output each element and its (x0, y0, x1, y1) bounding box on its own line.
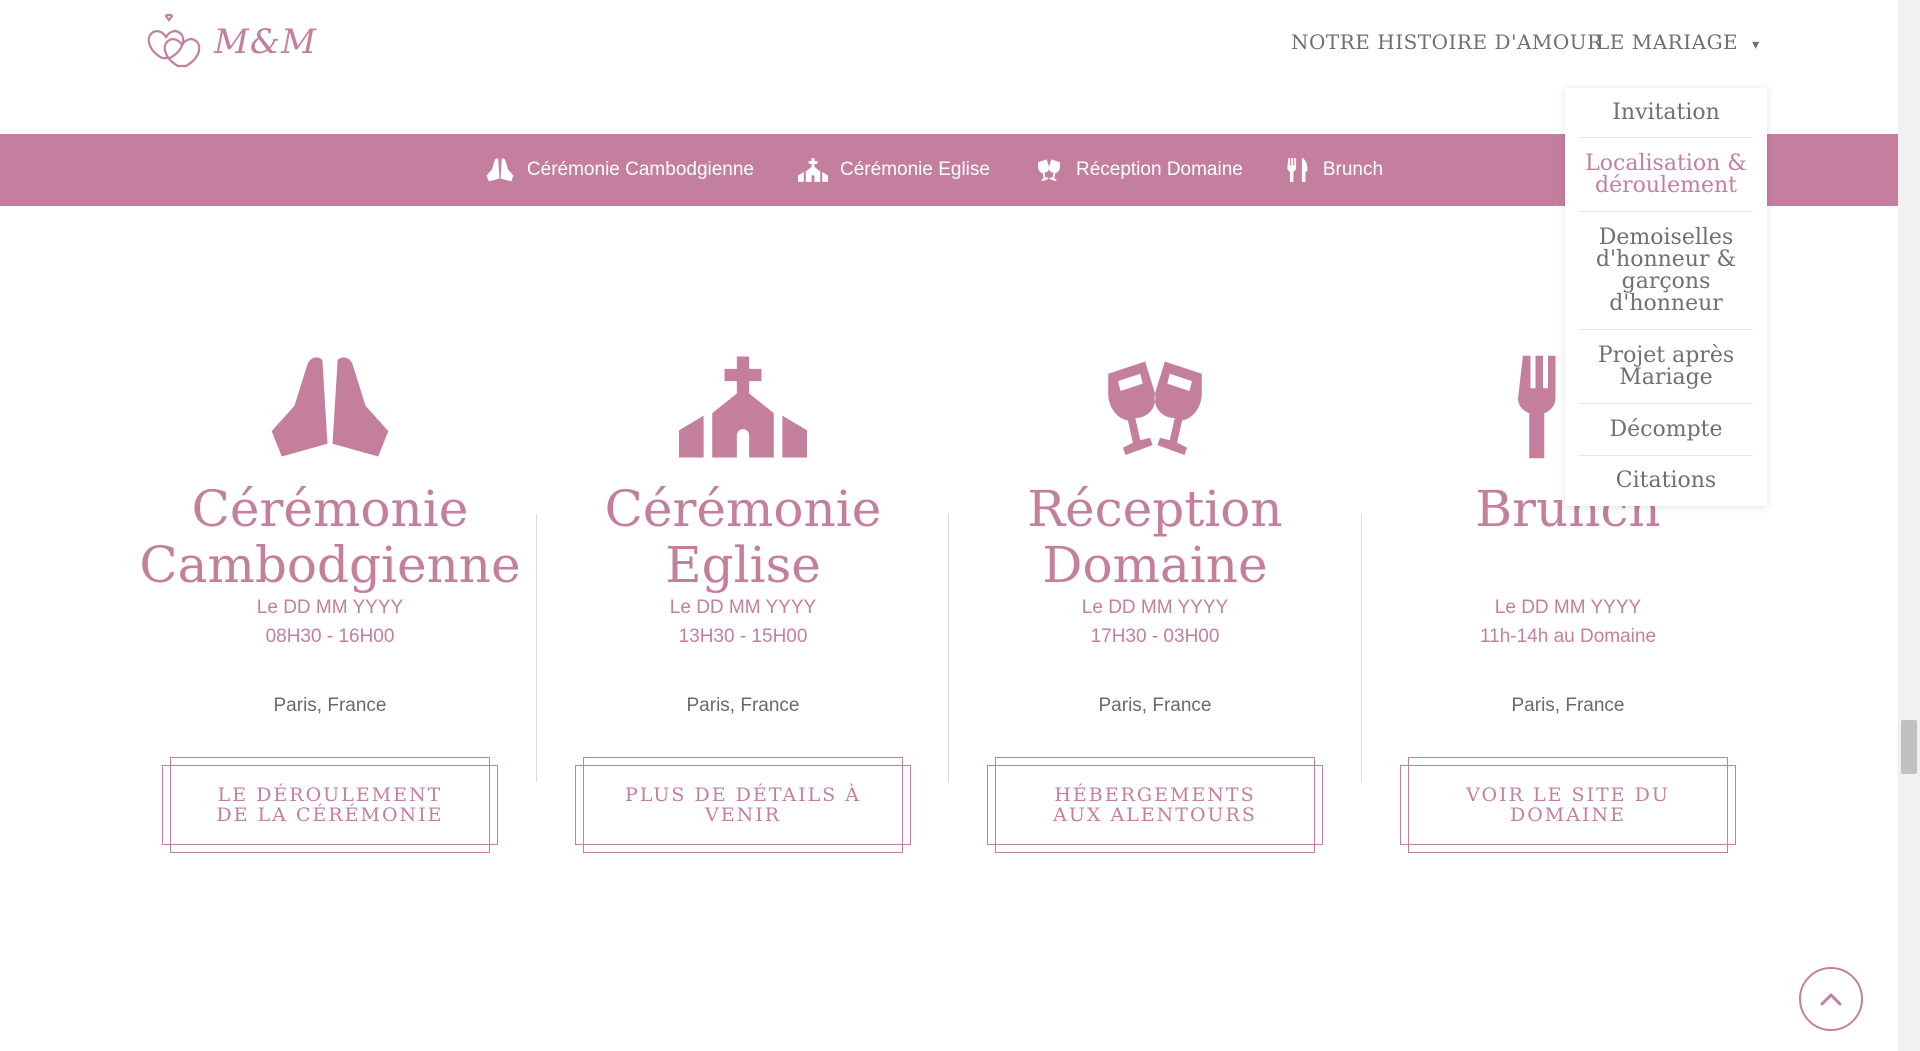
event-place: Paris, France (1511, 695, 1625, 716)
dropdown-item-citations[interactable]: Citations (1579, 456, 1753, 506)
church-icon (679, 356, 807, 458)
button-label: PLUS DE DÉTAILS À VENIR (625, 784, 861, 826)
scrollbar-thumb[interactable] (1901, 720, 1917, 774)
btn-deroulement-ceremonie[interactable]: LE DÉROULEMENT DE LA CÉRÉMONIE (162, 757, 498, 853)
page-scrollbar[interactable] (1898, 0, 1920, 1051)
btn-hebergements[interactable]: HÉBERGEMENTS AUX ALENTOURS (987, 757, 1323, 853)
subnav-item-brunch[interactable]: Brunch (1287, 158, 1383, 182)
event-date: Le DD MM YYYY (1494, 597, 1642, 618)
le-mariage-dropdown: Invitation Localisation & déroulement De… (1565, 88, 1767, 506)
dropdown-item-invitation[interactable]: Invitation (1579, 88, 1753, 138)
event-time: 13H30 - 15H00 (678, 626, 808, 647)
event-place: Paris, France (1098, 695, 1212, 716)
nav-le-mariage[interactable]: LE MARIAGE ▾ (1596, 30, 1760, 54)
glasses-cheers-icon (1108, 361, 1202, 455)
event-time: 11h-14h au Domaine (1479, 626, 1657, 647)
event-time: 17H30 - 03H00 (1090, 626, 1220, 647)
event-title: Cérémonie Cambodgienne (139, 480, 521, 594)
rings-heart-icon (147, 13, 201, 68)
dropdown-item-decompte[interactable]: Décompte (1579, 404, 1753, 456)
chevron-up-icon (1820, 993, 1842, 1006)
praying-hands-icon (271, 357, 389, 457)
site-logo[interactable]: M&M (142, 12, 317, 72)
event-card-reception-domaine: Réception Domaine Le DD MM YYYY 17H30 - 0… (949, 355, 1361, 853)
event-card-ceremonie-cambodgienne: Cérémonie Cambodgienne Le DD MM YYYY 08H3… (124, 355, 536, 853)
event-date: Le DD MM YYYY (1081, 597, 1229, 618)
event-title: Cérémonie Eglise (604, 480, 882, 594)
subnav-item-reception-domaine[interactable]: Réception Domaine (1034, 158, 1243, 182)
btn-plus-de-details[interactable]: PLUS DE DÉTAILS À VENIR (575, 757, 911, 853)
praying-hands-icon (486, 158, 514, 182)
chevron-down-icon: ▾ (1752, 37, 1760, 53)
btn-voir-site-domaine[interactable]: VOIR LE SITE DU DOMAINE (1400, 757, 1736, 853)
church-icon (798, 158, 829, 182)
event-date: Le DD MM YYYY (256, 597, 404, 618)
event-title: Réception Domaine (1027, 480, 1283, 594)
back-to-top-button[interactable] (1799, 967, 1863, 1031)
subnav-label: Cérémonie Eglise (840, 159, 990, 180)
nav-notre-histoire[interactable]: NOTRE HISTOIRE D'AMOUR (1291, 30, 1603, 54)
button-label: VOIR LE SITE DU DOMAINE (1466, 784, 1670, 826)
button-label: LE DÉROULEMENT DE LA CÉRÉMONIE (216, 784, 444, 826)
dropdown-item-projet[interactable]: Projet après Mariage (1579, 330, 1753, 404)
event-place: Paris, France (686, 695, 800, 716)
event-place: Paris, France (273, 695, 387, 716)
subnav-item-ceremonie-eglise[interactable]: Cérémonie Eglise (798, 158, 990, 182)
dropdown-item-localisation[interactable]: Localisation & déroulement (1579, 138, 1753, 212)
event-time: 08H30 - 16H00 (265, 626, 395, 647)
event-date: Le DD MM YYYY (669, 597, 817, 618)
subnav-label: Brunch (1322, 159, 1384, 180)
event-card-ceremonie-eglise: Cérémonie Eglise Le DD MM YYYY 13H30 - 15… (537, 355, 949, 853)
subnav-item-ceremonie-cambodgienne[interactable]: Cérémonie Cambodgienne (485, 158, 754, 182)
subnav-label: Cérémonie Cambodgienne (526, 159, 755, 180)
subnav-label: Réception Domaine (1075, 159, 1243, 180)
utensils-icon (1287, 158, 1308, 182)
logo-text: M&M (214, 22, 317, 62)
nav-le-mariage-label: LE MARIAGE (1596, 30, 1739, 54)
glasses-cheers-icon (1038, 159, 1060, 182)
dropdown-item-demoiselles[interactable]: Demoiselles d'honneur & garçons d'honneu… (1579, 212, 1753, 330)
button-label: HÉBERGEMENTS AUX ALENTOURS (1053, 784, 1257, 826)
